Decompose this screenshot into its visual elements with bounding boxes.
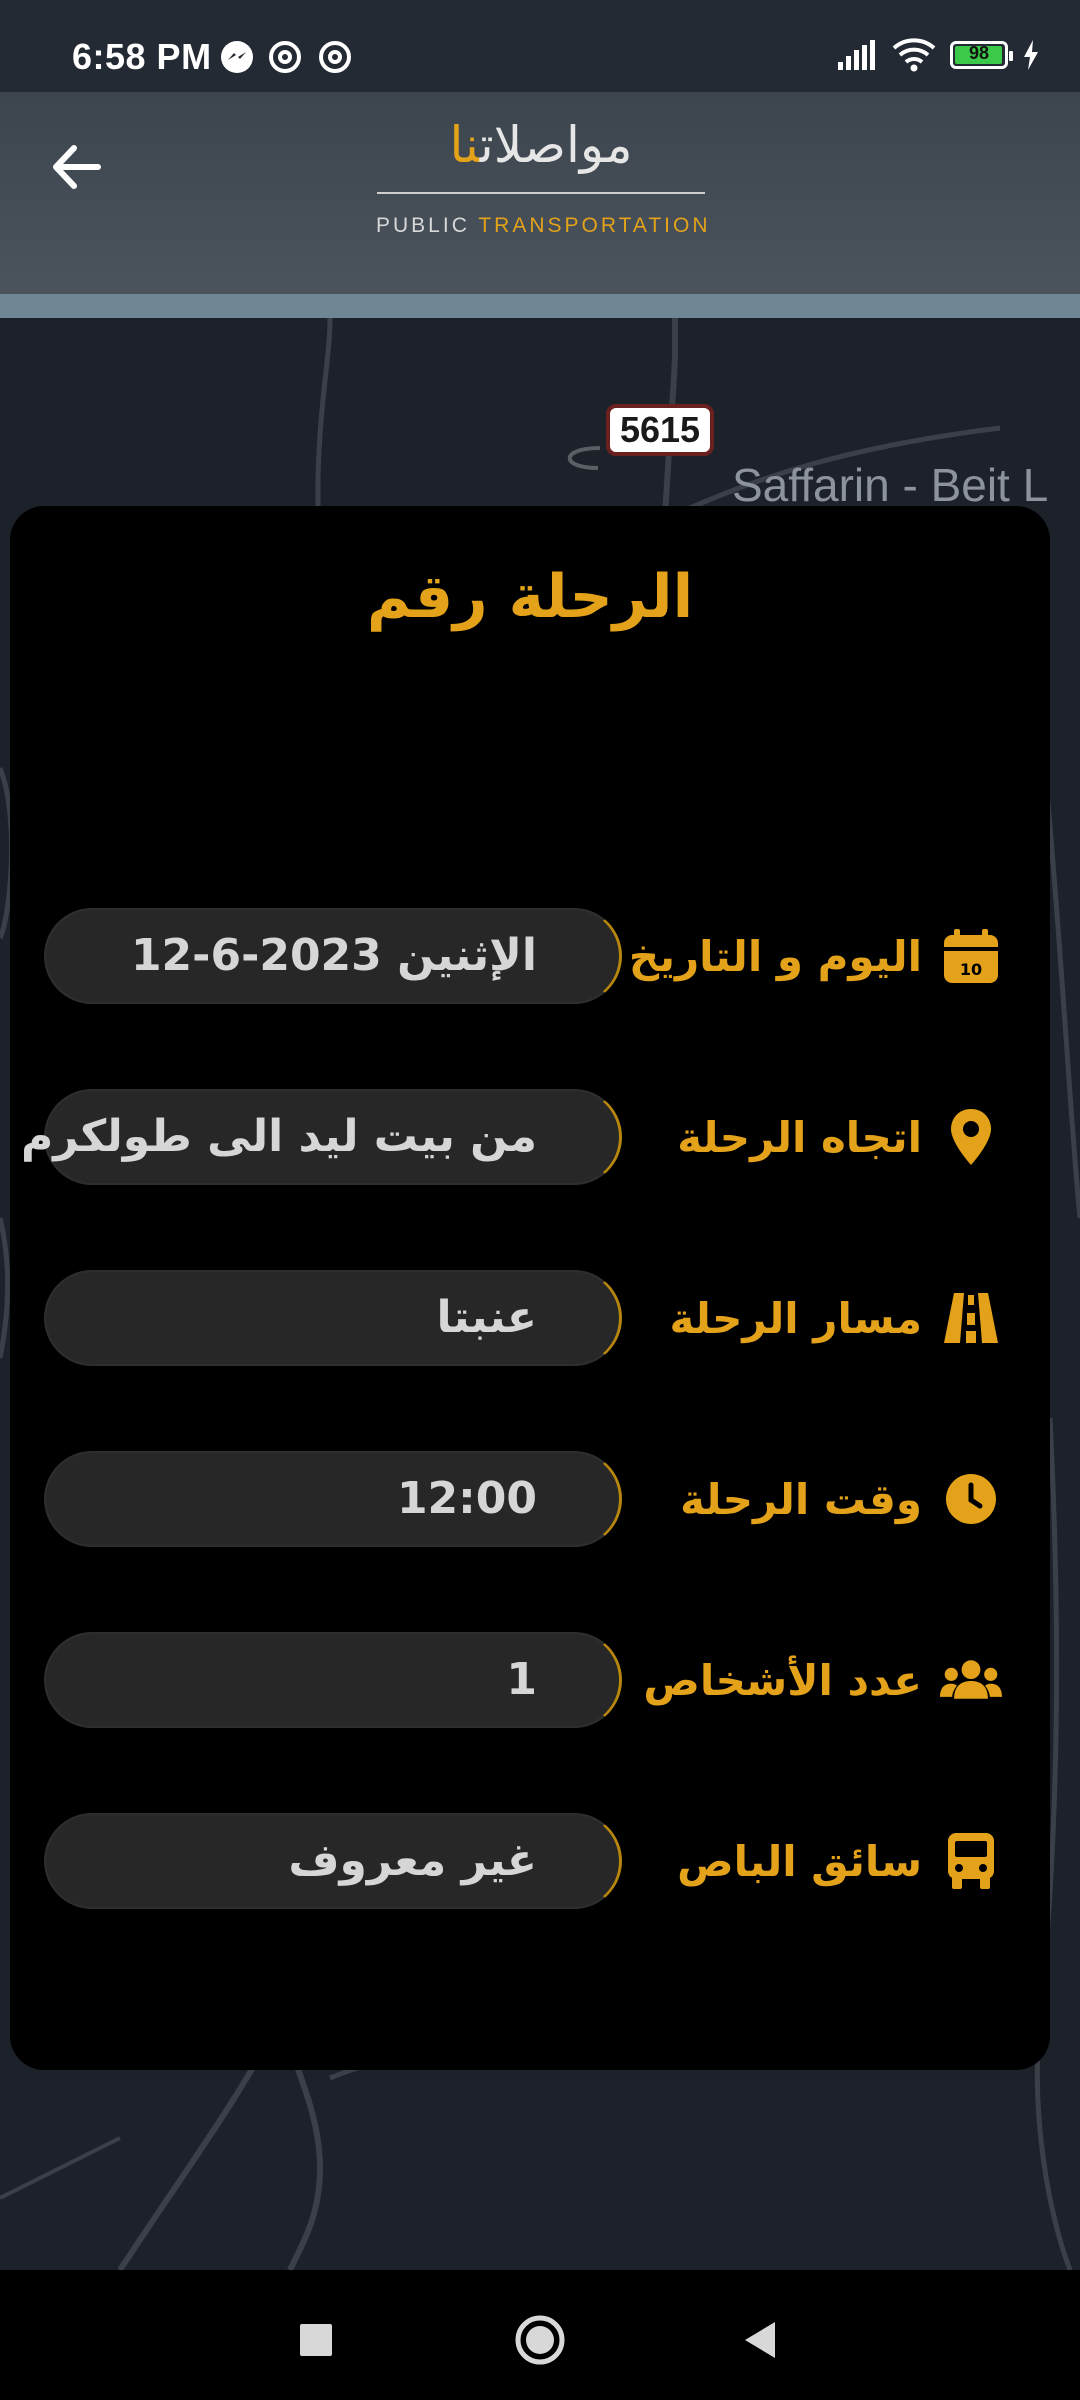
route-label: مسار الرحلة [669, 1293, 923, 1343]
back-arrow-button[interactable] [46, 136, 108, 198]
driver-value: غير معروف [288, 1835, 537, 1886]
home-button[interactable] [500, 2300, 580, 2380]
trip-row-route: عنبتا مسار الرحلة [10, 1270, 1050, 1370]
direction-value-field: من بيت ليد الى طولكرم [21, 1089, 622, 1185]
passengers-value-field: 1 [44, 1632, 622, 1728]
trip-row-date: الإثنين 2023-6-12 10 اليوم و التاريخ [10, 908, 1050, 1008]
location-pin-icon [940, 1106, 1002, 1168]
logo-divider [377, 192, 705, 194]
date-label: اليوم و التاريخ [628, 931, 922, 981]
direction-label: اتجاه الرحلة [677, 1112, 922, 1162]
status-time: 6:58 PM [72, 36, 212, 77]
signal-icon [838, 40, 875, 70]
messenger-icon [221, 41, 253, 73]
charging-bolt-icon [1024, 40, 1038, 70]
header-stripe [0, 294, 1080, 318]
road-number-badge: 5615 [606, 404, 714, 456]
wifi-icon [892, 38, 936, 72]
road-icon [940, 1287, 1002, 1349]
back-nav-button[interactable] [720, 2300, 800, 2380]
passengers-label: عدد الأشخاص [643, 1655, 922, 1705]
battery-indicator: 98 [950, 41, 1013, 69]
time-value-field: 12:00 [44, 1451, 622, 1547]
system-nav-bar [0, 2270, 1080, 2400]
date-value: الإثنين 2023-6-12 [130, 930, 537, 981]
direction-value: من بيت ليد الى طولكرم [21, 1111, 537, 1162]
logo-arabic: مواصلاتنا [449, 116, 633, 174]
route-value-field: عنبتا [44, 1270, 622, 1366]
route-value: عنبتا [436, 1292, 537, 1343]
passengers-value: 1 [506, 1654, 537, 1705]
driver-value-field: غير معروف [44, 1813, 622, 1909]
recent-apps-button[interactable] [276, 2300, 356, 2380]
battery-level: 98 [968, 43, 990, 63]
map-place-label: Saffarin - Beit L [732, 459, 1049, 511]
trip-row-passengers: 1 عدد الأشخاص [10, 1632, 1050, 1732]
trip-title: الرحلة رقم [366, 562, 694, 632]
at-sign-icon [269, 41, 301, 73]
trip-row-direction: من بيت ليد الى طولكرم اتجاه الرحلة [10, 1089, 1050, 1189]
app-logo: مواصلاتنا PUBLIC TRANSPORTATION [376, 110, 711, 250]
trip-row-time: 12:00 وقت الرحلة [10, 1451, 1050, 1551]
date-value-field: الإثنين 2023-6-12 [44, 908, 622, 1004]
logo-subtitle: PUBLIC TRANSPORTATION [376, 214, 711, 237]
at-sign-icon [319, 41, 351, 73]
time-label: وقت الرحلة [680, 1474, 922, 1524]
trip-row-driver: غير معروف سائق الباص [10, 1813, 1050, 1913]
calendar-icon: 10 [940, 925, 1002, 987]
trip-details-card: الرحلة رقم الإثنين 2023-6-12 10 اليوم و … [10, 506, 1050, 2070]
time-value: 12:00 [396, 1473, 537, 1524]
status-bar: 6:58 PM 98 [0, 0, 1080, 92]
bus-icon [940, 1830, 1002, 1892]
svg-text:10: 10 [960, 960, 982, 979]
people-icon [940, 1649, 1002, 1711]
driver-label: سائق الباص [677, 1836, 922, 1886]
clock-icon [940, 1468, 1002, 1530]
